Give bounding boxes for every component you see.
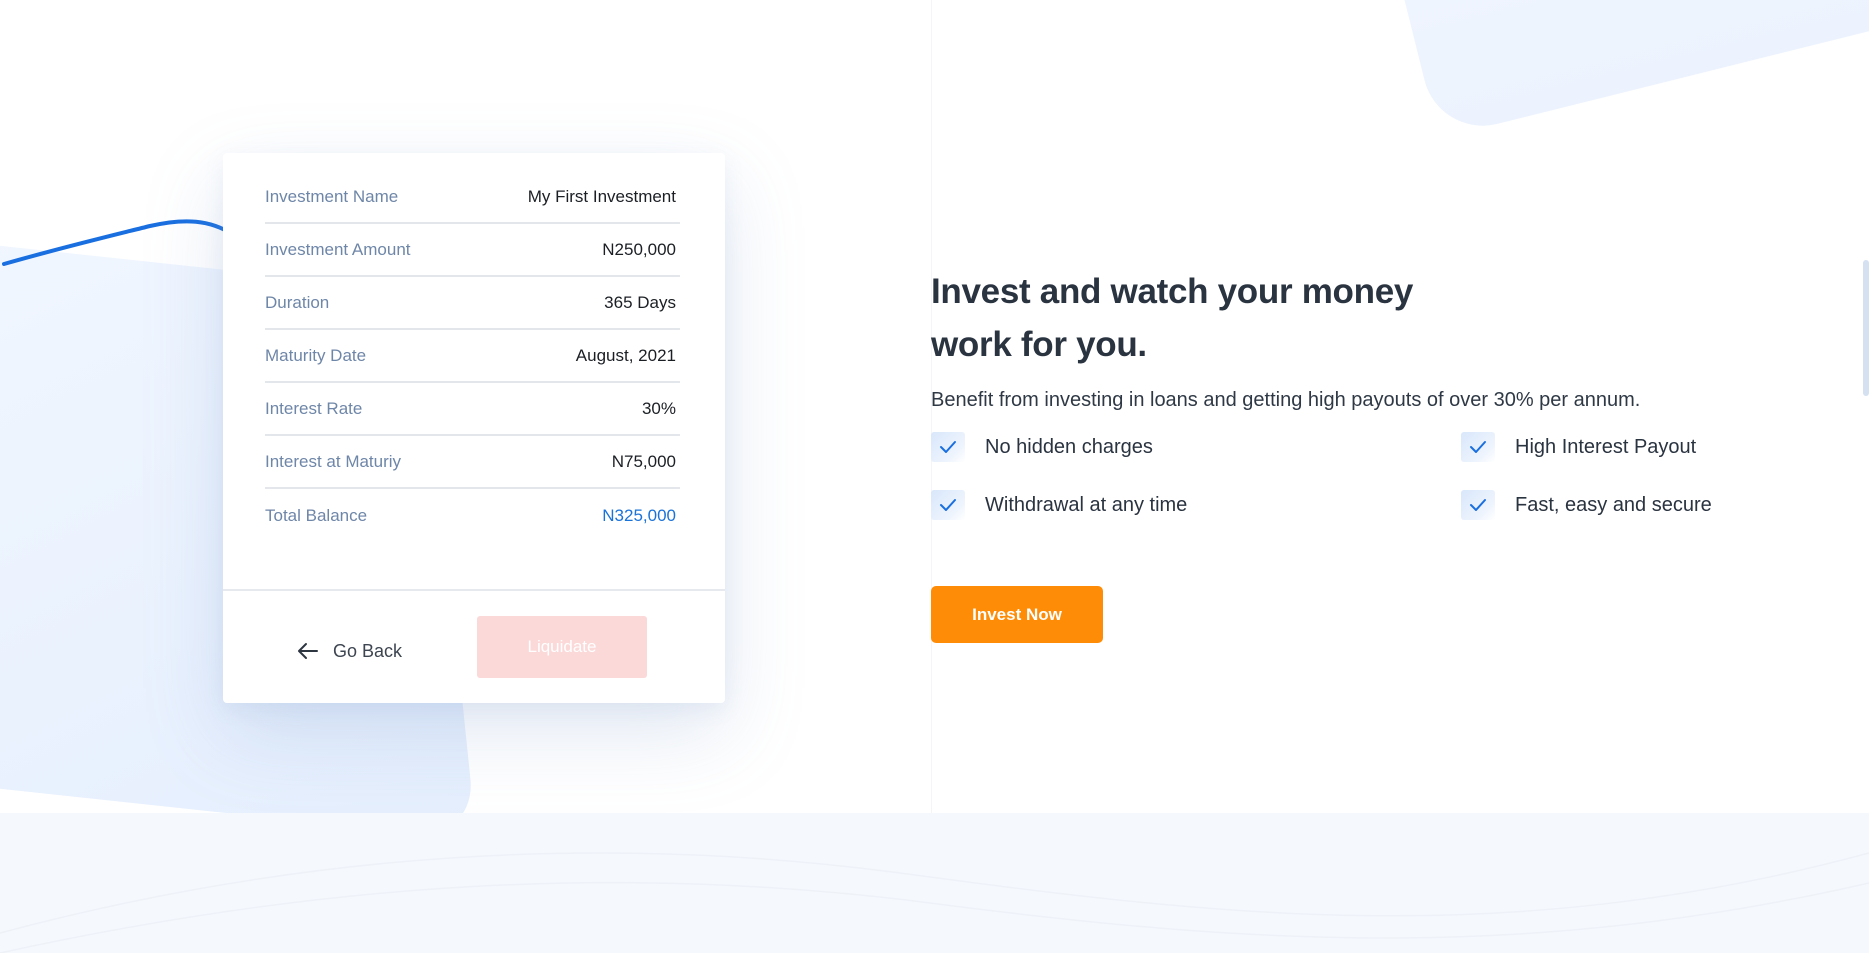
detail-label: Investment Amount: [265, 239, 411, 259]
hero-subtitle: Benefit from investing in loans and gett…: [931, 389, 1641, 411]
decorative-blue-curve: [2, 219, 234, 266]
detail-label: Investment Name: [265, 186, 399, 206]
feature-list: No hidden charges High Interest Payout W…: [931, 432, 1811, 542]
go-back-label: Go Back: [333, 640, 403, 661]
detail-row-duration: Duration 365 Days: [265, 277, 680, 330]
card-divider: [223, 589, 725, 591]
feature-item: Withdrawal at any time: [931, 490, 1187, 520]
detail-label: Maturity Date: [265, 345, 367, 365]
feature-label: High Interest Payout: [1515, 435, 1697, 458]
feature-label: Fast, easy and secure: [1515, 493, 1712, 516]
detail-label: Total Balance: [265, 505, 368, 525]
page: Investment Name My First Investment Inve…: [0, 0, 1869, 953]
detail-label: Interest at Maturiy: [265, 451, 402, 471]
detail-value: 30%: [641, 398, 676, 418]
feature-item: Fast, easy and secure: [1461, 490, 1712, 520]
feature-label: Withdrawal at any time: [985, 493, 1188, 516]
invest-now-button[interactable]: Invest Now: [931, 586, 1103, 643]
detail-value: N250,000: [602, 239, 676, 259]
detail-row-investment-amount: Investment Amount N250,000: [265, 224, 680, 277]
investment-summary-card: Investment Name My First Investment Inve…: [223, 153, 725, 703]
page-title: Invest and watch your money work for you…: [931, 265, 1451, 371]
detail-row-maturity-date: Maturity Date August, 2021: [265, 330, 680, 383]
detail-value: N75,000: [611, 451, 676, 471]
arrow-left-icon: [297, 640, 319, 662]
go-back-button[interactable]: Go Back: [297, 634, 402, 668]
headline-line-2: work for you.: [931, 325, 1147, 364]
liquidate-button[interactable]: Liquidate: [477, 616, 647, 678]
feature-item: High Interest Payout: [1461, 432, 1696, 462]
background-shape-top: [1366, 0, 1869, 139]
check-icon: [931, 432, 965, 462]
feature-item: No hidden charges: [931, 432, 1153, 462]
feature-label: No hidden charges: [985, 435, 1153, 458]
scrollbar-thumb[interactable]: [1863, 260, 1869, 396]
detail-label: Duration: [265, 292, 330, 312]
detail-value: August, 2021: [575, 345, 676, 365]
check-icon: [1461, 490, 1495, 520]
total-balance-value: N325,000: [602, 505, 676, 525]
detail-value: 365 Days: [604, 292, 676, 312]
detail-row-interest-rate: Interest Rate 30%: [265, 383, 680, 436]
check-icon: [1461, 432, 1495, 462]
investment-details-list: Investment Name My First Investment Inve…: [265, 171, 680, 542]
detail-row-total-balance: Total Balance N325,000: [265, 489, 680, 542]
bottom-section-background: [0, 813, 1869, 953]
detail-row-interest-at-maturity: Interest at Maturiy N75,000: [265, 436, 680, 489]
hero-content: Invest and watch your money work for you…: [931, 265, 1811, 643]
headline-line-1: Invest and watch your money: [931, 272, 1414, 311]
check-icon: [931, 490, 965, 520]
detail-row-investment-name: Investment Name My First Investment: [265, 171, 680, 224]
detail-value: My First Investment: [527, 186, 676, 206]
detail-label: Interest Rate: [265, 398, 363, 418]
